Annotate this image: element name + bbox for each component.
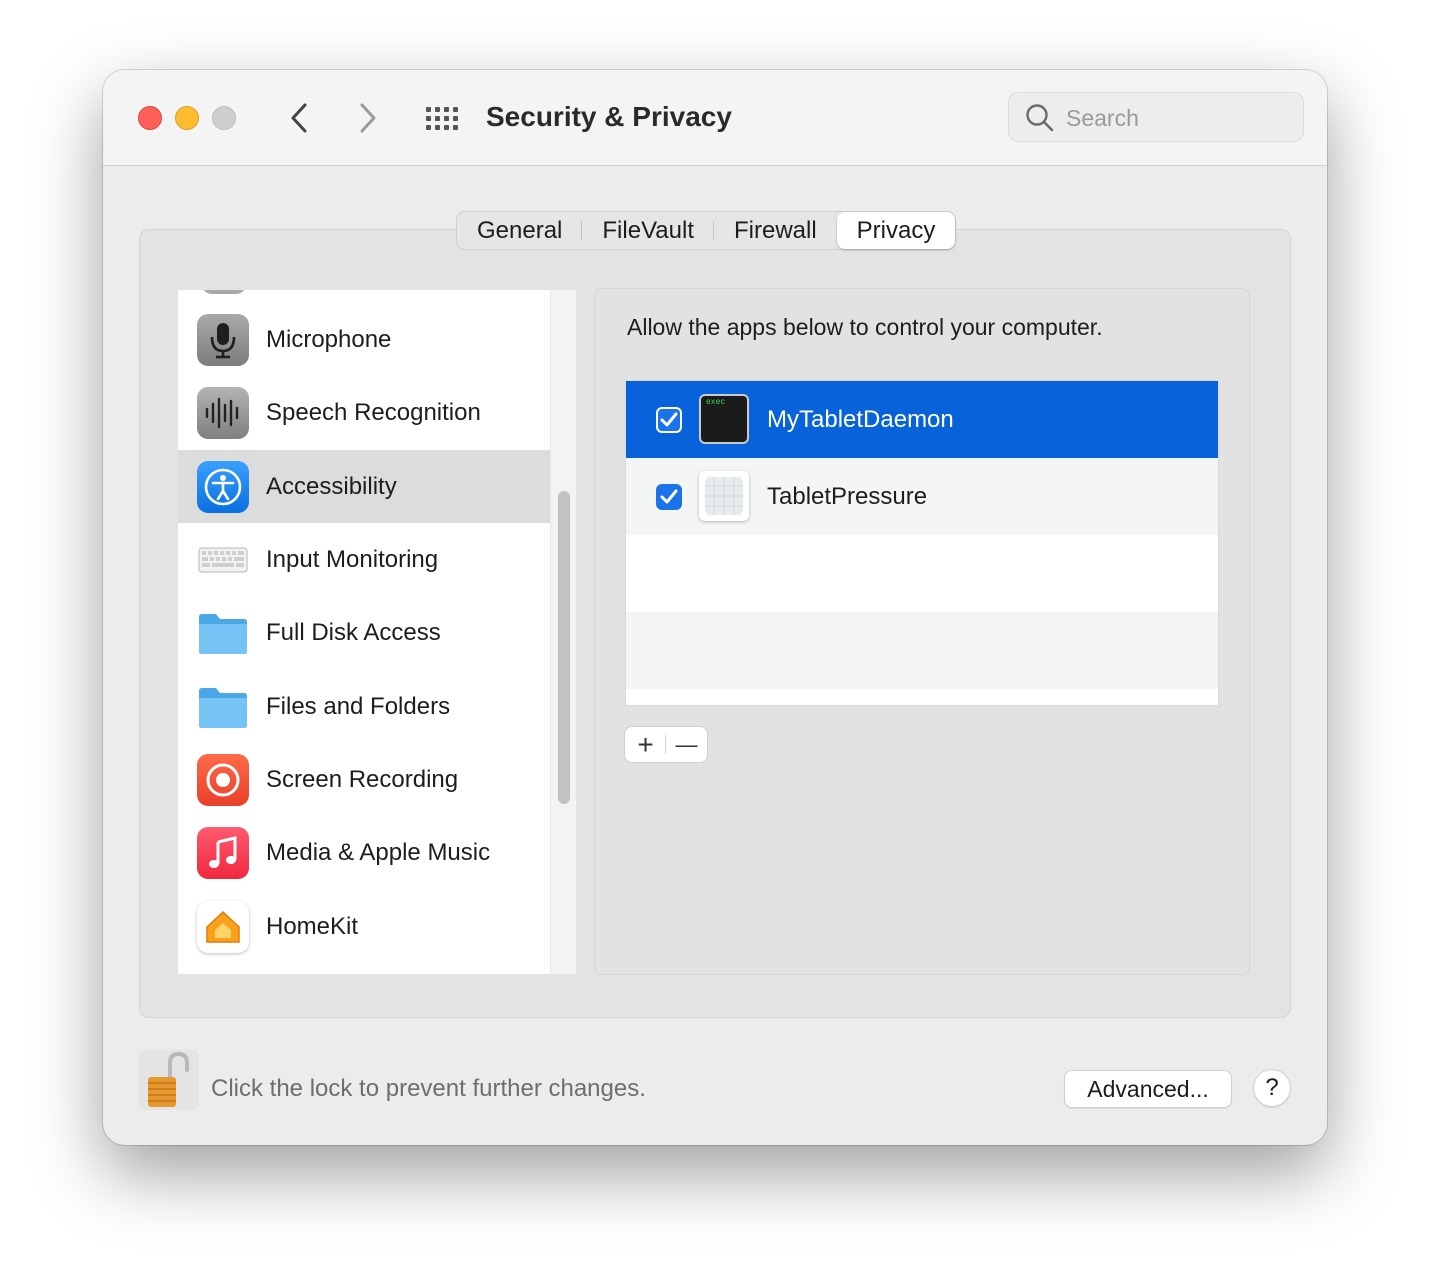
tab-general[interactable]: General	[457, 212, 583, 249]
sidebar-item-label: Speech Recognition	[266, 399, 481, 426]
empty-row	[626, 612, 1218, 689]
sidebar-scrollbar-thumb[interactable]	[558, 491, 570, 804]
zoom-button[interactable]	[212, 106, 236, 130]
sidebar-item-accessibility[interactable]: Accessibility	[178, 450, 550, 523]
lock-status-text: Click the lock to prevent further change…	[211, 1075, 646, 1102]
tab-bar: General FileVault Firewall Privacy	[456, 211, 957, 250]
detail-description: Allow the apps below to control your com…	[627, 314, 1103, 340]
tab-firewall[interactable]: Firewall	[714, 212, 837, 249]
advanced-button[interactable]: Advanced...	[1064, 1070, 1232, 1108]
minus-icon: —	[675, 731, 698, 757]
partial-item-icon	[202, 290, 246, 294]
keyboard-icon	[197, 534, 249, 586]
app-name: MyTabletDaemon	[767, 406, 954, 433]
sidebar-item-label: Screen Recording	[266, 766, 459, 793]
chevron-left-icon	[291, 103, 307, 133]
app-name: TabletPressure	[767, 483, 928, 510]
home-icon	[197, 901, 249, 953]
app-generic-icon	[699, 471, 749, 521]
app-checkbox[interactable]	[656, 484, 682, 510]
search-icon	[1026, 104, 1054, 132]
microphone-icon	[197, 314, 249, 366]
help-button[interactable]: ?	[1253, 1069, 1291, 1107]
search-field[interactable]	[1008, 92, 1304, 142]
search-input[interactable]	[1064, 101, 1288, 135]
title-bar: Security & Privacy	[103, 70, 1327, 166]
window-title: Security & Privacy	[486, 101, 732, 132]
add-app-button[interactable]: +	[625, 727, 666, 762]
preferences-window: Security & Privacy General FileVault Fir…	[103, 70, 1327, 1145]
sidebar-item-label: Media & Apple Music	[266, 839, 491, 866]
allowed-apps-list[interactable]: exec MyTabletDaemon TabletPressure	[625, 380, 1219, 706]
tab-privacy[interactable]: Privacy	[836, 212, 956, 249]
sidebar-item-label: Files and Folders	[266, 693, 451, 720]
show-all-button[interactable]	[421, 100, 463, 136]
lock-button[interactable]	[139, 1050, 199, 1110]
back-button[interactable]	[279, 98, 319, 138]
sidebar-item-label: Accessibility	[266, 473, 397, 500]
sidebar-item-media-apple-music[interactable]: Media & Apple Music	[178, 816, 550, 889]
checkmark-icon	[660, 489, 678, 504]
minimize-button[interactable]	[175, 106, 199, 130]
accessibility-icon	[197, 461, 249, 513]
screen-record-icon	[197, 754, 249, 806]
add-remove-control: + —	[624, 726, 708, 763]
app-row-mytabletdaemon[interactable]: exec MyTabletDaemon	[626, 381, 1218, 458]
privacy-category-list[interactable]: Microphone Speech Recognition Accessibil…	[178, 290, 576, 974]
sidebar-item-files-and-folders[interactable]: Files and Folders	[178, 670, 550, 743]
sidebar-item-label: Input Monitoring	[266, 546, 439, 573]
forward-button[interactable]	[348, 98, 388, 138]
sidebar-item-input-monitoring[interactable]: Input Monitoring	[178, 523, 550, 596]
chevron-right-icon	[360, 103, 376, 133]
sidebar-item-homekit[interactable]: HomeKit	[178, 890, 550, 963]
tab-filevault[interactable]: FileVault	[582, 212, 714, 249]
unlocked-padlock-icon	[148, 1051, 189, 1107]
remove-app-button[interactable]: —	[666, 727, 707, 762]
sidebar-item-label: Microphone	[266, 326, 392, 353]
app-checkbox[interactable]	[656, 407, 682, 433]
folder-icon	[197, 607, 249, 659]
terminal-exec-icon: exec	[699, 394, 749, 444]
checkmark-icon	[660, 412, 678, 427]
app-row-tabletpressure[interactable]: TabletPressure	[626, 458, 1218, 535]
sidebar-item-full-disk-access[interactable]: Full Disk Access	[178, 596, 550, 669]
close-button[interactable]	[138, 106, 162, 130]
plus-icon: +	[637, 728, 654, 760]
sidebar-item-label: HomeKit	[266, 913, 359, 940]
sidebar-item-screen-recording[interactable]: Screen Recording	[178, 743, 550, 816]
sidebar-item-speech-recognition[interactable]: Speech Recognition	[178, 376, 550, 449]
sidebar-item-label: Full Disk Access	[266, 619, 441, 646]
empty-row	[626, 535, 1218, 612]
sidebar-item-microphone[interactable]: Microphone	[178, 303, 550, 376]
waveform-icon	[197, 387, 249, 439]
folder-icon	[197, 681, 249, 733]
music-note-icon	[197, 827, 249, 879]
